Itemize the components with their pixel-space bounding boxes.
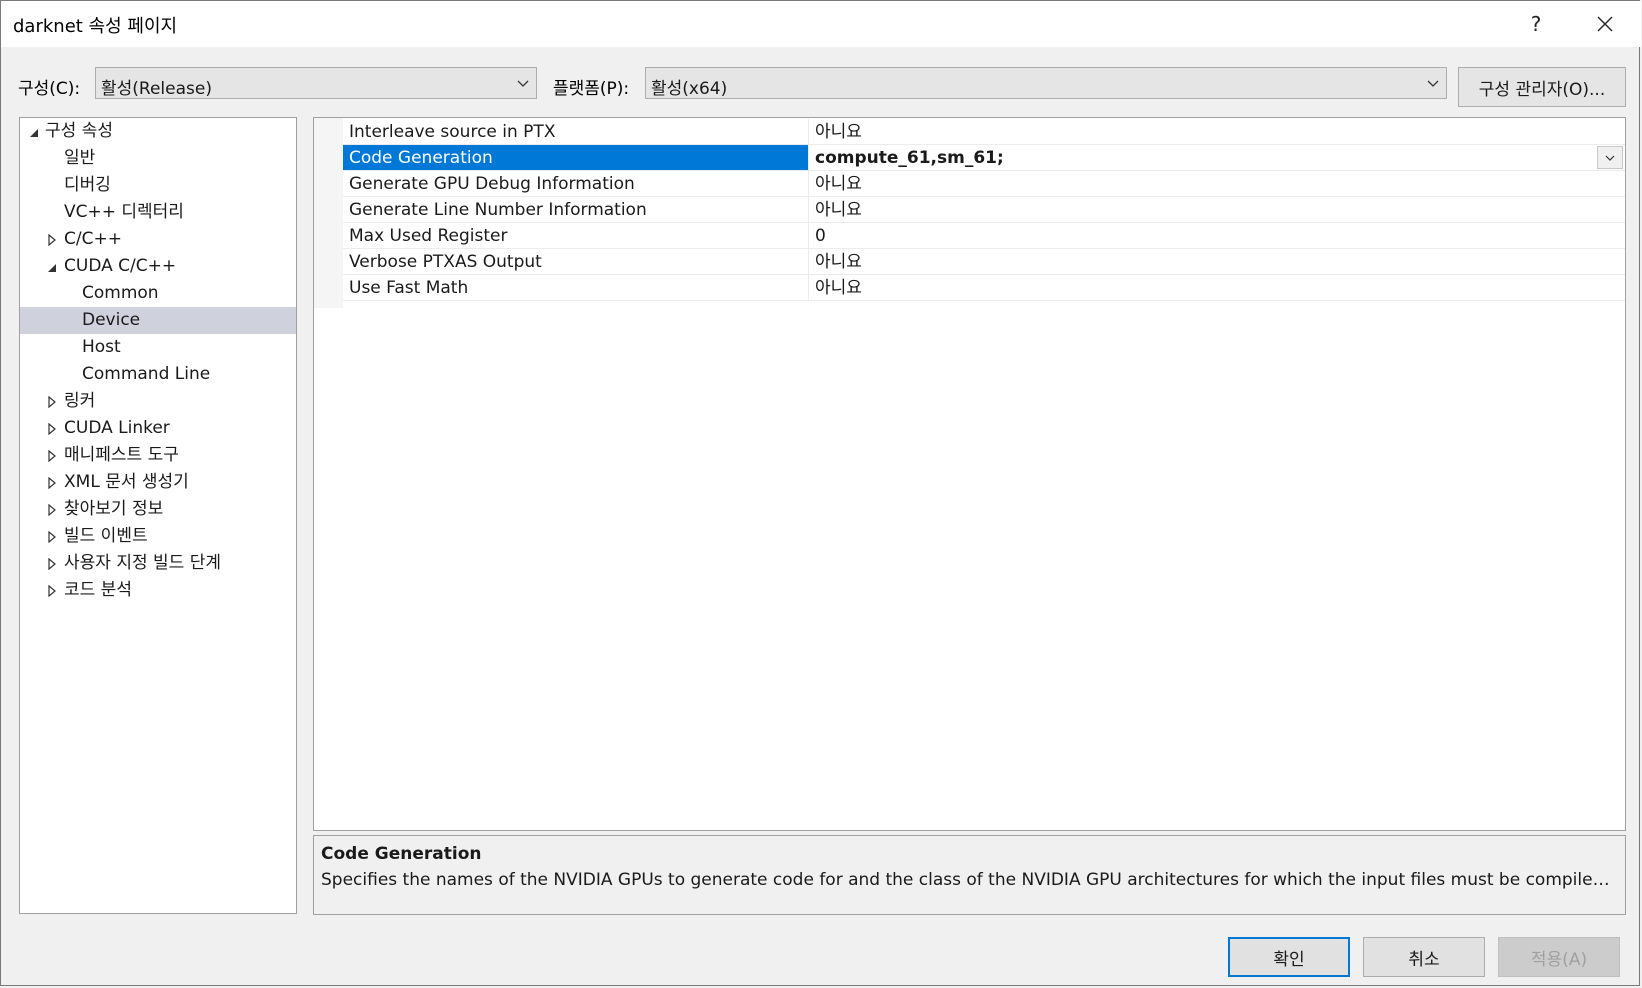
tree-item-label: 빌드 이벤트 [64,526,148,546]
tree-item-linker[interactable]: 링커 [20,388,296,415]
expanded-arrow-icon[interactable] [47,261,57,273]
platform-label: 플랫폼(P): [553,79,630,99]
tree-item-label: Command Line [82,364,211,384]
configuration-manager-button[interactable]: 구성 관리자(O)... [1458,67,1626,107]
collapsed-arrow-icon[interactable] [47,396,57,408]
tree-item-device[interactable]: Device [20,307,296,334]
close-button[interactable] [1573,7,1637,41]
property-name: Generate GPU Debug Information [343,171,809,196]
description-title: Code Generation [321,844,482,864]
property-name: Generate Line Number Information [343,197,809,222]
tree-item-manifest-tool[interactable]: 매니페스트 도구 [20,442,296,469]
tree-item-custom-build-step[interactable]: 사용자 지정 빌드 단계 [20,550,296,577]
collapsed-arrow-icon[interactable] [47,558,57,570]
collapsed-arrow-icon[interactable] [47,450,57,462]
tree-item-label: XML 문서 생성기 [64,472,189,492]
tree-item-debugging[interactable]: 디버깅 [20,172,296,199]
tree-item-xml-doc-generator[interactable]: XML 문서 생성기 [20,469,296,496]
tree-item-label: CUDA C/C++ [64,256,177,276]
collapsed-arrow-icon[interactable] [47,531,57,543]
tree-item-vc-directories[interactable]: VC++ 디렉터리 [20,199,296,226]
tree-item-label: 일반 [64,148,96,168]
help-icon: ? [1530,12,1542,36]
tree-item-label: 코드 분석 [64,580,132,600]
tree-item-label: 구성 속성 [45,121,113,141]
property-row-verbose-ptxas[interactable]: Verbose PTXAS Output 아니요 [343,249,1625,275]
tree-item-config-properties[interactable]: 구성 속성 [20,118,296,145]
properties-dialog: darknet 속성 페이지 ? 구성(C): 활성(Release) 플랫폼(… [0,0,1641,986]
help-button[interactable]: ? [1506,7,1566,41]
tree-item-general[interactable]: 일반 [20,145,296,172]
title-bar: darknet 속성 페이지 ? [1,1,1641,47]
window-title: darknet 속성 페이지 [13,16,178,37]
property-name: Use Fast Math [343,275,809,300]
property-value[interactable]: 아니요 [815,197,862,223]
config-combobox[interactable]: 활성(Release) [95,67,537,99]
description-pane: Code Generation Specifies the names of t… [313,835,1626,915]
tree-item-cuda-linker[interactable]: CUDA Linker [20,415,296,442]
property-name: Verbose PTXAS Output [343,249,809,274]
config-value: 활성(Release) [101,79,212,99]
tree-item-label: 링커 [64,391,96,411]
tree-item-build-events[interactable]: 빌드 이벤트 [20,523,296,550]
property-value[interactable]: 아니요 [815,119,862,145]
tree-item-label: 매니페스트 도구 [64,445,179,465]
apply-button[interactable]: 적용(A) [1498,937,1620,977]
property-row-line-number-info[interactable]: Generate Line Number Information 아니요 [343,197,1625,223]
property-value[interactable]: 아니요 [815,171,862,197]
platform-value: 활성(x64) [651,79,728,99]
property-name: Code Generation [343,145,809,170]
tree-item-label: Common [82,283,159,303]
ok-button[interactable]: 확인 [1228,937,1350,977]
tree-item-label: Host [82,337,121,357]
property-row-gpu-debug-info[interactable]: Generate GPU Debug Information 아니요 [343,171,1625,197]
property-value[interactable]: 0 [815,223,826,249]
tree-item-label: CUDA Linker [64,418,170,438]
tree-item-browse-info[interactable]: 찾아보기 정보 [20,496,296,523]
tree-item-cpp[interactable]: C/C++ [20,226,296,253]
chevron-down-icon [1427,80,1439,87]
cancel-button[interactable]: 취소 [1363,937,1485,977]
grid-gutter [314,118,343,308]
tree-item-label: 찾아보기 정보 [64,499,164,519]
property-value[interactable]: compute_61,sm_61; [815,145,1004,171]
tree-item-label: 사용자 지정 빌드 단계 [64,553,221,573]
tree-item-label: 디버깅 [64,175,111,195]
property-value[interactable]: 아니요 [815,275,862,301]
tree-item-common[interactable]: Common [20,280,296,307]
property-dropdown-button[interactable] [1597,146,1623,169]
close-icon [1597,16,1613,32]
property-row-max-used-register[interactable]: Max Used Register 0 [343,223,1625,249]
collapsed-arrow-icon[interactable] [47,585,57,597]
tree-item-label: Device [82,310,141,330]
tree-item-host[interactable]: Host [20,334,296,361]
platform-combobox[interactable]: 활성(x64) [645,67,1447,99]
chevron-down-icon [517,80,529,87]
tree-item-code-analysis[interactable]: 코드 분석 [20,577,296,604]
property-row-interleave-source[interactable]: Interleave source in PTX 아니요 [343,119,1625,145]
property-grid[interactable]: Interleave source in PTX 아니요 Code Genera… [313,117,1626,831]
property-row-use-fast-math[interactable]: Use Fast Math 아니요 [343,275,1625,301]
tree-item-label: VC++ 디렉터리 [64,202,184,222]
tree-item-cuda-cpp[interactable]: CUDA C/C++ [20,253,296,280]
property-value[interactable]: 아니요 [815,249,862,275]
description-text: Specifies the names of the NVIDIA GPUs t… [321,870,1611,890]
tree-item-label: C/C++ [64,229,122,249]
chevron-down-icon [1605,155,1615,161]
collapsed-arrow-icon[interactable] [47,477,57,489]
collapsed-arrow-icon[interactable] [47,234,57,246]
property-tree[interactable]: 구성 속성 일반 디버깅 VC++ 디렉터리 C/C++ CUDA C/C++ … [19,117,297,914]
collapsed-arrow-icon[interactable] [47,423,57,435]
collapsed-arrow-icon[interactable] [47,504,57,516]
property-name: Interleave source in PTX [343,119,809,144]
property-row-code-generation[interactable]: Code Generation compute_61,sm_61; [343,145,1625,171]
config-label: 구성(C): [18,79,81,99]
expanded-arrow-icon[interactable] [29,126,39,138]
property-name: Max Used Register [343,223,809,248]
tree-item-command-line[interactable]: Command Line [20,361,296,388]
